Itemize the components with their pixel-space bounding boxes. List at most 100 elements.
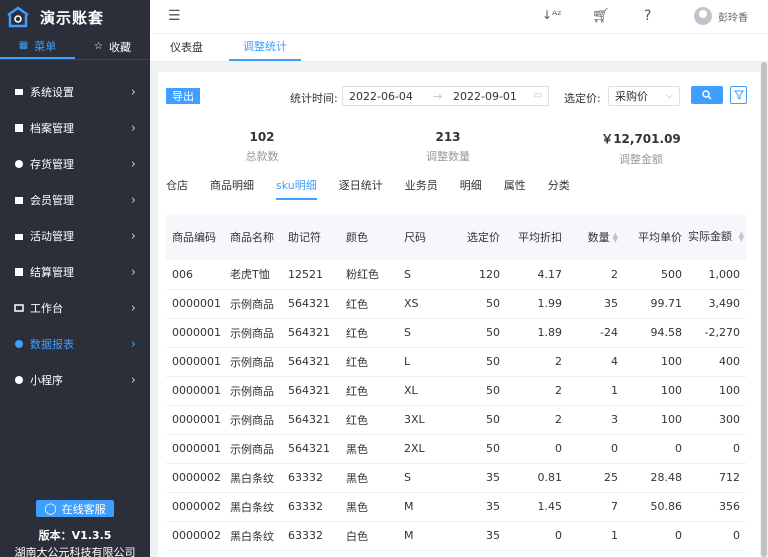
tab-dashboard[interactable]: 仪表盘 [170,33,225,61]
table-cell: 564321 [282,376,340,406]
sidebar-item-system-settings[interactable]: 系统设置 › [0,74,150,110]
table-cell: 50 [450,405,506,435]
date-start[interactable]: 2022-06-04 [349,90,413,103]
table-row[interactable]: 0000001 示例商品 564321 红色 XL 50 2 1 100 100 [166,376,746,406]
page-tabs: 仪表盘 调整统计 [150,34,768,62]
sort-az-icon[interactable]: ↓ᴬᶻ [542,8,562,22]
sidebar-item-archive[interactable]: 档案管理 › [0,110,150,146]
chevron-right-icon: › [130,336,136,352]
table-cell: 粉红色 [340,260,398,290]
subtab-category[interactable]: 分类 [548,178,570,200]
table-row[interactable]: 0000002 黑白条纹 63332 黑色 M 35 1.45 7 50.86 356 [166,492,746,522]
tab-adjustment-stats[interactable]: 调整统计 [229,33,301,61]
column-header-label: 实际金额 [688,230,732,243]
table-row[interactable]: 0000001 示例商品 564321 黑色 2XL 50 0 0 0 0 [166,434,746,464]
online-service-label: 在线客服 [61,502,106,516]
app-logo[interactable]: 演示账套 [0,0,150,34]
sidebar-tab-favorites[interactable]: ☆ 收藏 [75,34,150,59]
sidebar-item-activity[interactable]: 活动管理 › [0,218,150,254]
column-header-sortable[interactable]: 实际金额 ▲ ▼ [688,214,746,260]
table-cell: 黑色 [340,492,398,522]
column-header-sortable[interactable]: 数量 ▲ ▼ [568,214,624,260]
table-cell: 94.58 [624,318,688,348]
sidebar-item-member[interactable]: 会员管理 › [0,182,150,218]
sidebar-item-inventory[interactable]: 存货管理 › [0,146,150,182]
table-cell: 2 [568,260,624,290]
subtab-attribute[interactable]: 属性 [504,178,526,200]
main-area: ☰ ↓ᴬᶻ 🛒︎ ? 彭玲香 仪表盘 调整统计 导出 统计时间: 2022-06… [150,0,768,557]
sidebar-item-workbench[interactable]: 工作台 › [0,290,150,326]
table-row[interactable]: 0000001 示例商品 564321 红色 S 50 1.89 -24 94.58 -2,270 [166,318,746,348]
subtab-detail[interactable]: 明细 [460,178,482,200]
table-cell: 红色 [340,289,398,319]
settings-icon [14,87,24,97]
sidebar-item-miniapp[interactable]: 小程序 › [0,362,150,398]
date-end[interactable]: 2022-09-01 [453,90,517,103]
sidebar-item-label: 档案管理 [30,122,74,135]
table-cell: 35 [450,492,506,522]
table-row[interactable]: 0000001 示例商品 564321 红色 3XL 50 2 3 100 300 [166,405,746,435]
table-cell: 28.48 [624,463,688,493]
table-cell: 100 [688,376,746,406]
table-row[interactable]: 0000001 示例商品 564321 红色 XS 50 1.99 35 99.71 3,490 [166,289,746,319]
table-cell: 0 [506,521,568,551]
table-cell: 0000002 [166,492,224,522]
sort-icon[interactable]: ▲ ▼ [739,231,744,243]
chat-icon: ◯ [44,502,57,515]
subtab-daily-stats[interactable]: 逐日统计 [339,178,383,200]
subtab-salesperson[interactable]: 业务员 [405,178,438,200]
table-cell: 红色 [340,405,398,435]
stat-value: 102 [249,130,275,144]
online-service-button[interactable]: ◯ 在线客服 [36,500,114,517]
table-row[interactable]: 0000001 示例商品 564321 红色 L 50 2 4 100 400 [166,347,746,377]
collapse-menu-icon[interactable]: ☰ [168,8,181,24]
sidebar-tab-menu[interactable]: ▦ 菜单 [0,34,75,59]
table-cell: 红色 [340,376,398,406]
table-cell: 25 [568,463,624,493]
vertical-scrollbar[interactable] [760,62,768,557]
cart-icon[interactable]: 🛒︎ [592,8,610,24]
search-button[interactable] [691,86,723,104]
help-icon[interactable]: ? [644,8,651,24]
table-cell: 黑色 [340,434,398,464]
table-cell: 356 [688,492,746,522]
table-row[interactable]: 0000002 黑白条纹 63332 黑色 S 35 0.81 25 28.48 712 [166,463,746,493]
subtab-product-detail[interactable]: 商品明细 [210,178,254,200]
export-button[interactable]: 导出 [166,88,200,104]
table-cell: S [398,260,450,290]
table-cell: 3XL [398,405,450,435]
table-cell: 1.45 [506,492,568,522]
table-cell: M [398,521,450,551]
sort-icon[interactable]: ▲ ▼ [613,232,618,244]
stat-value: 213 [435,130,461,144]
table-cell: 100 [624,376,688,406]
table-cell: M [398,492,450,522]
chevron-right-icon: › [130,120,136,136]
subtab-sku-detail[interactable]: sku明细 [276,178,317,200]
sidebar-item-settlement[interactable]: 结算管理 › [0,254,150,290]
sidebar-item-label: 工作台 [30,302,63,315]
table-cell: 1 [568,376,624,406]
sidebar-item-label: 数据报表 [30,338,74,351]
table-cell: XS [398,289,450,319]
table-cell: 400 [688,347,746,377]
chevron-right-icon: › [130,300,136,316]
sidebar-item-data-report[interactable]: 数据报表 › [0,326,150,362]
workbench-icon [14,303,24,313]
date-range-picker[interactable]: 2022-06-04 → 2022-09-01 ▭ [342,86,549,106]
stat-adjust-qty: 213 调整数量 [388,130,508,164]
user-menu[interactable]: 彭玲香 [694,7,748,25]
table-cell: 1,000 [688,260,746,290]
scrollbar-thumb[interactable] [761,62,767,557]
table-cell: 2 [506,405,568,435]
table-cell: 红色 [340,318,398,348]
table-cell: 3 [568,405,624,435]
table-row[interactable]: 0000002 黑白条纹 63332 白色 M 35 0 1 0 0 [166,521,746,551]
filter-button[interactable] [730,86,747,104]
column-header: 商品编码 [166,214,224,260]
subtab-store[interactable]: 仓店 [166,178,188,200]
sidebar-item-label: 会员管理 [30,194,74,207]
price-select[interactable]: 采购价 ⌵ [608,86,680,106]
table-row[interactable]: 006 老虎T恤 12521 粉红色 S 120 4.17 2 500 1,000 [166,260,746,290]
column-header: 平均单价 [624,214,688,260]
